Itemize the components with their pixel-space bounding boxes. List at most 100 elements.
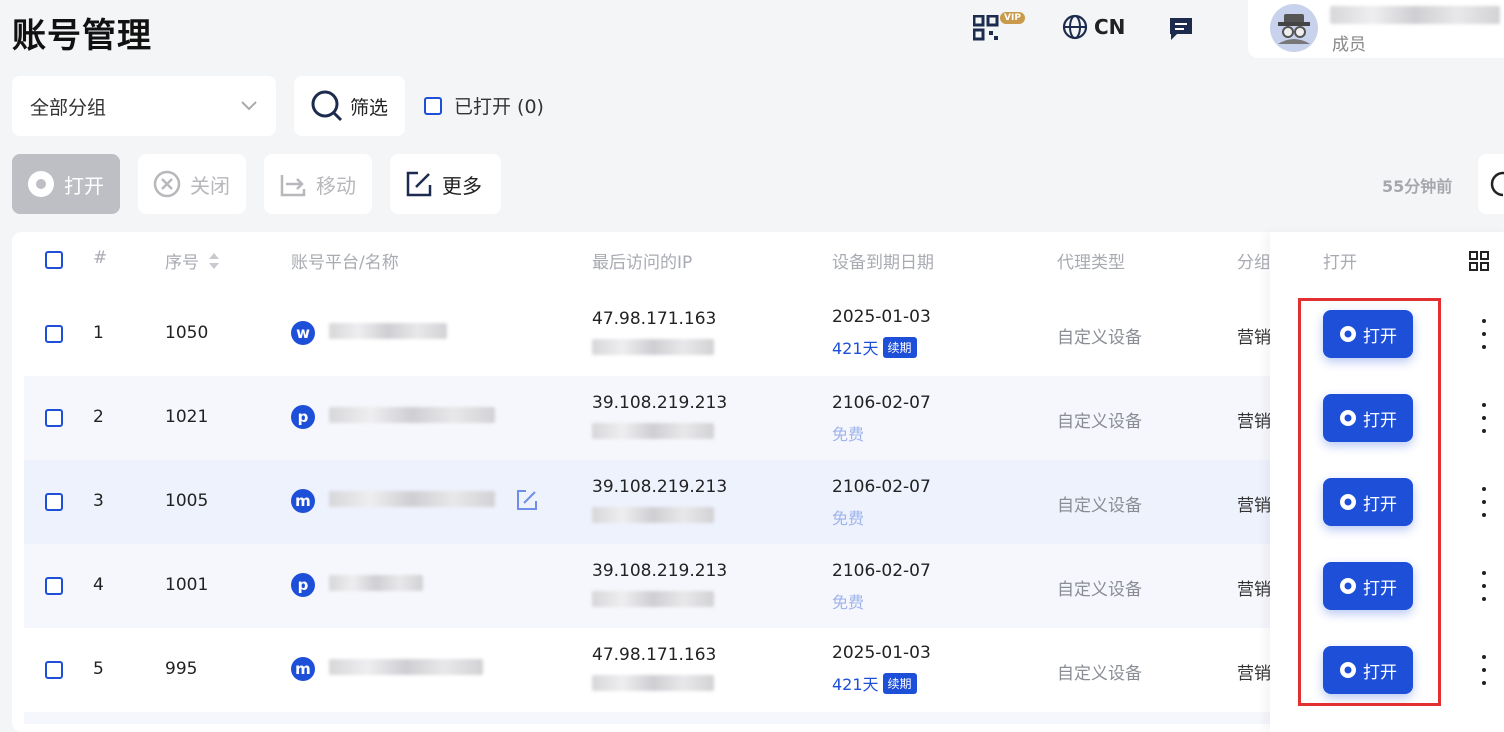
row-index: 3 — [93, 491, 104, 511]
globe-icon — [1062, 14, 1088, 40]
expiry-date: 2025-01-03 — [832, 307, 931, 327]
last-ip: 47.98.171.163 — [592, 645, 717, 665]
row-index: 2 — [93, 407, 104, 427]
platform-icon: p — [291, 405, 315, 429]
row-checkbox[interactable] — [45, 661, 63, 679]
group-select-value: 全部分组 — [30, 96, 107, 119]
expiry-status-free: 免费 — [832, 593, 865, 612]
ip-location-redacted — [592, 507, 714, 523]
column-settings-icon[interactable] — [1469, 251, 1489, 271]
expiry-status-free: 免费 — [832, 425, 865, 444]
avatar — [1270, 4, 1318, 52]
ip-location-redacted — [592, 675, 714, 691]
user-card[interactable]: 成员 — [1248, 0, 1504, 58]
days-remaining: 421天 — [832, 339, 879, 358]
more-options-icon[interactable] — [1476, 319, 1492, 349]
filter-label: 筛选 — [350, 96, 389, 119]
column-header-last-ip: 最后访问的IP — [592, 253, 693, 273]
account-name-redacted — [329, 407, 495, 423]
group-name: 营销 — [1237, 328, 1271, 348]
group-name: 营销 — [1237, 664, 1271, 684]
expiry-status: 421天 续期 — [832, 671, 917, 695]
close-selected-label: 关闭 — [190, 173, 230, 198]
sort-icon[interactable] — [207, 251, 221, 271]
expiry-date: 2106-02-07 — [832, 561, 931, 581]
proxy-type: 自定义设备 — [1057, 328, 1142, 348]
proxy-type: 自定义设备 — [1057, 664, 1142, 684]
account-name-redacted — [329, 491, 495, 507]
refresh-icon — [1490, 171, 1504, 197]
more-options-icon[interactable] — [1476, 655, 1492, 685]
row-index: 5 — [93, 659, 104, 679]
proxy-type: 自定义设备 — [1057, 580, 1142, 600]
more-options-icon[interactable] — [1476, 487, 1492, 517]
account-name-redacted — [329, 575, 423, 591]
vip-badge: VIP — [1000, 12, 1025, 24]
column-header-group: 分组 — [1237, 253, 1269, 273]
last-ip: 39.108.219.213 — [592, 393, 728, 413]
group-name: 营销 — [1237, 496, 1271, 516]
days-remaining: 421天 — [832, 675, 879, 694]
open-selected-button[interactable]: 打开 — [12, 154, 120, 214]
column-header-expiry: 设备到期日期 — [832, 253, 934, 273]
ip-location-redacted — [592, 339, 714, 355]
proxy-type: 自定义设备 — [1057, 496, 1142, 516]
platform-icon: p — [291, 573, 315, 597]
row-checkbox[interactable] — [45, 325, 63, 343]
group-select[interactable]: 全部分组 — [12, 76, 276, 136]
last-ip: 39.108.219.213 — [592, 561, 728, 581]
column-header-platform-name: 账号平台/名称 — [291, 253, 399, 273]
platform-icon: w — [291, 321, 315, 345]
language-switcher[interactable]: CN — [1062, 14, 1125, 40]
column-header-serial-label: 序号 — [165, 253, 199, 273]
row-serial: 1001 — [165, 575, 209, 595]
opened-filter-label: 已打开 (0) — [454, 96, 544, 118]
highlight-annotation-box — [1298, 298, 1441, 706]
close-selected-button[interactable]: 关闭 — [138, 154, 246, 214]
last-ip: 39.108.219.213 — [592, 477, 728, 497]
row-index: 4 — [93, 575, 104, 595]
row-serial: 1021 — [165, 407, 209, 427]
account-name-redacted — [329, 659, 483, 675]
platform-icon: m — [291, 657, 315, 681]
row-checkbox[interactable] — [45, 493, 63, 511]
row-serial: 1005 — [165, 491, 209, 511]
column-header-proxy-type: 代理类型 — [1057, 253, 1125, 273]
ip-location-redacted — [592, 423, 714, 439]
message-icon[interactable] — [1166, 14, 1196, 44]
column-header-serial[interactable]: 序号 — [165, 248, 221, 273]
edit-name-icon[interactable] — [515, 488, 539, 512]
close-circle-icon — [153, 170, 181, 198]
row-serial: 1050 — [165, 323, 209, 343]
group-name: 营销 — [1237, 580, 1271, 600]
user-role: 成员 — [1332, 35, 1366, 55]
row-checkbox[interactable] — [45, 577, 63, 595]
row-checkbox[interactable] — [45, 409, 63, 427]
select-all-checkbox[interactable] — [45, 251, 63, 269]
opened-filter-checkbox[interactable]: 已打开 (0) — [424, 92, 544, 119]
last-ip: 47.98.171.163 — [592, 309, 717, 329]
more-options-icon[interactable] — [1476, 571, 1492, 601]
column-header-index: # — [93, 248, 108, 268]
expiry-date: 2106-02-07 — [832, 477, 931, 497]
renew-badge[interactable]: 续期 — [882, 337, 917, 358]
row-serial: 995 — [165, 659, 198, 679]
more-options-icon[interactable] — [1476, 403, 1492, 433]
more-actions-button[interactable]: 更多 — [390, 154, 501, 214]
chrome-icon — [28, 171, 54, 197]
ip-location-redacted — [592, 591, 714, 607]
expiry-date: 2025-01-03 — [832, 643, 931, 663]
qr-code-icon[interactable] — [972, 14, 1000, 42]
expiry-status-free: 免费 — [832, 509, 865, 528]
refresh-button[interactable] — [1478, 154, 1504, 214]
row-index: 1 — [93, 323, 104, 343]
filter-button[interactable]: 筛选 — [294, 76, 405, 136]
proxy-type: 自定义设备 — [1057, 412, 1142, 432]
move-selected-label: 移动 — [316, 173, 356, 198]
platform-icon: m — [291, 489, 315, 513]
last-updated-time: 55分钟前 — [1382, 177, 1453, 196]
renew-badge[interactable]: 续期 — [882, 673, 917, 694]
language-label: CN — [1094, 15, 1126, 39]
move-selected-button[interactable]: 移动 — [264, 154, 372, 214]
checkbox[interactable] — [424, 96, 442, 115]
